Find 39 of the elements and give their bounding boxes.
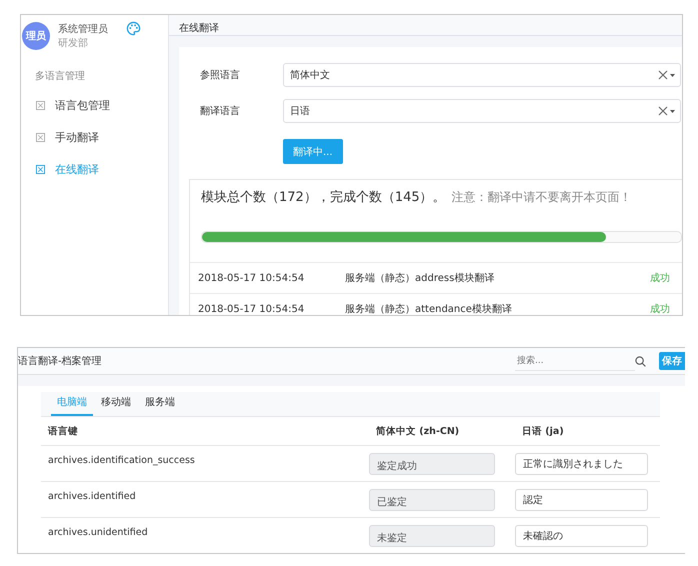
progress-summary: 模块总个数（172），完成个数（145）。 [201, 189, 446, 206]
menu-group-title: 多语言管理 [35, 70, 86, 83]
column-header: 简体中文 (zh-CN) [375, 424, 460, 438]
sidebar-item[interactable]: 手动翻译 [21, 121, 168, 153]
grid-icon [36, 100, 45, 110]
translation-field[interactable]: 認定 [515, 488, 648, 510]
palette-icon[interactable] [126, 21, 141, 36]
field-label: 参照语言 [199, 68, 241, 82]
page-title: 在线翻译 [179, 23, 219, 34]
log-message: 服务端（静态）address模块翻译 [345, 272, 496, 285]
user-name: 系统管理员 [58, 23, 108, 37]
select-field[interactable]: 日语 [283, 99, 681, 123]
search-field[interactable]: 搜索... [515, 351, 635, 371]
translation-field[interactable]: 正常に識別されました [515, 452, 648, 474]
language-key: archives.identified [41, 482, 369, 502]
column-header: 语言键 [46, 424, 79, 438]
tab[interactable]: 移动端 [95, 391, 137, 416]
sidebar-item[interactable]: 语言包管理 [21, 89, 168, 121]
avatar: 理员 [22, 22, 50, 50]
log-time: 2018-05-17 10:54:54 [198, 304, 306, 314]
warning-notice: 注意：翻译中请不要离开本页面！ [452, 189, 632, 206]
select-field[interactable]: 简体中文 [283, 63, 681, 87]
log-message: 服务端（静态）attendance模块翻译 [345, 302, 513, 315]
clear-icon[interactable] [657, 70, 677, 80]
translation-field[interactable]: 未確認の [515, 524, 648, 546]
language-key: archives.unidentified [41, 518, 369, 538]
language-key: archives.identification_success [41, 446, 369, 466]
grid-icon [36, 164, 45, 174]
tab[interactable]: 服务端 [139, 391, 181, 416]
grid-icon [36, 132, 45, 142]
log-status: 成功 [650, 272, 670, 285]
column-header: 日语 (ja) [521, 424, 565, 438]
search-icon[interactable] [635, 356, 646, 366]
page-title: 语言翻译-档案管理 [18, 354, 103, 368]
field-label: 翻译语言 [199, 104, 241, 118]
clear-icon[interactable] [657, 106, 677, 116]
log-time: 2018-05-17 10:54:54 [198, 272, 306, 284]
user-department: 研发部 [58, 37, 89, 51]
log-status: 成功 [650, 302, 670, 315]
